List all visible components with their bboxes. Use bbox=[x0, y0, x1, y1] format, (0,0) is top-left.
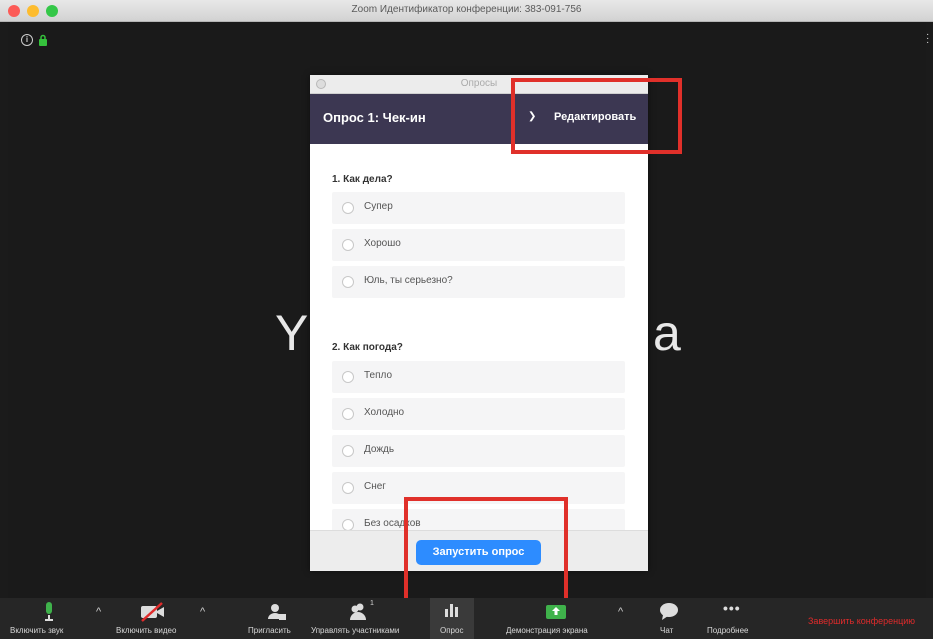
end-meeting-label: Завершить конференцию bbox=[808, 616, 916, 626]
start-video-button[interactable]: Включить видео bbox=[112, 598, 192, 639]
unmute-label: Включить звук bbox=[10, 626, 64, 635]
unmute-button[interactable]: Включить звук bbox=[10, 598, 90, 639]
lock-icon[interactable] bbox=[38, 34, 48, 47]
share-screen-label: Демонстрация экрана bbox=[506, 626, 588, 635]
participant-name-right: a bbox=[653, 305, 681, 361]
manage-participants-button[interactable]: 1 Управлять участниками bbox=[311, 598, 403, 639]
chat-icon bbox=[660, 603, 678, 620]
bar-chart-icon bbox=[445, 604, 458, 617]
more-button[interactable]: ••• Подробнее bbox=[703, 598, 763, 639]
poll-option-label: Холодно bbox=[364, 407, 405, 418]
participant-name-left: Y bbox=[275, 305, 309, 361]
video-options-caret-icon[interactable]: ^ bbox=[200, 606, 205, 618]
participants-count: 1 bbox=[370, 600, 374, 607]
question-title: 2. Как погода? bbox=[332, 342, 403, 353]
radio-button[interactable] bbox=[342, 482, 354, 494]
window-titlebar: Zoom Идентификатор конференции: 383-091-… bbox=[0, 0, 933, 22]
radio-button[interactable] bbox=[342, 239, 354, 251]
zoom-window: Zoom Идентификатор конференции: 383-091-… bbox=[0, 0, 933, 639]
poll-option[interactable]: Супер bbox=[332, 192, 625, 224]
poll-option-label: Хорошо bbox=[364, 238, 401, 249]
poll-option[interactable]: Юль, ты серьезно? bbox=[332, 266, 625, 298]
invite-label: Пригласить bbox=[248, 626, 291, 635]
invite-user-icon bbox=[268, 604, 286, 620]
poll-option-label: Дождь bbox=[364, 444, 395, 455]
share-screen-icon bbox=[546, 605, 566, 619]
chat-button[interactable]: Чат bbox=[650, 598, 686, 639]
meeting-toolbar: Включить звук ^ Включить видео ^ Приглас… bbox=[0, 598, 933, 639]
poll-option-label: Снег bbox=[364, 481, 386, 492]
share-screen-button[interactable]: Демонстрация экрана bbox=[506, 598, 608, 639]
question-title: 1. Как дела? bbox=[332, 174, 393, 185]
radio-button[interactable] bbox=[342, 276, 354, 288]
poll-questions-list[interactable]: 1. Как дела? Супер Хорошо Юль, ты серьез… bbox=[310, 144, 648, 530]
poll-option[interactable]: Дождь bbox=[332, 435, 625, 467]
radio-button[interactable] bbox=[342, 445, 354, 457]
poll-option[interactable]: Хорошо bbox=[332, 229, 625, 261]
poll-option[interactable]: Тепло bbox=[332, 361, 625, 393]
polls-button[interactable]: Опрос bbox=[430, 598, 474, 639]
start-video-label: Включить видео bbox=[116, 626, 177, 635]
video-off-icon bbox=[141, 602, 164, 622]
end-meeting-button[interactable]: Завершить конференцию bbox=[808, 598, 933, 639]
more-dots-icon: ••• bbox=[723, 600, 741, 616]
radio-button[interactable] bbox=[342, 408, 354, 420]
window-title: Zoom Идентификатор конференции: 383-091-… bbox=[351, 4, 582, 15]
more-label: Подробнее bbox=[707, 626, 749, 635]
microphone-icon bbox=[45, 602, 53, 621]
highlight-box-edit bbox=[511, 78, 682, 154]
poll-option-label: Тепло bbox=[364, 370, 393, 381]
share-options-caret-icon[interactable]: ^ bbox=[618, 606, 623, 618]
radio-button[interactable] bbox=[342, 519, 354, 530]
poll-option[interactable]: Холодно bbox=[332, 398, 625, 430]
invite-button[interactable]: Пригласить bbox=[248, 598, 304, 639]
radio-button[interactable] bbox=[342, 202, 354, 214]
chat-label: Чат bbox=[660, 626, 674, 635]
poll-option-label: Юль, ты серьезно? bbox=[364, 275, 453, 286]
participants-label: Управлять участниками bbox=[311, 626, 400, 635]
more-options-icon[interactable]: · · · bbox=[926, 30, 930, 48]
poll-option-label: Супер bbox=[364, 201, 393, 212]
info-icon[interactable]: i bbox=[21, 34, 33, 46]
radio-button[interactable] bbox=[342, 371, 354, 383]
polls-label: Опрос bbox=[440, 626, 464, 635]
poll-name: Опрос 1: Чек-ин bbox=[323, 110, 426, 125]
participants-icon bbox=[350, 603, 366, 620]
audio-options-caret-icon[interactable]: ^ bbox=[96, 606, 101, 618]
